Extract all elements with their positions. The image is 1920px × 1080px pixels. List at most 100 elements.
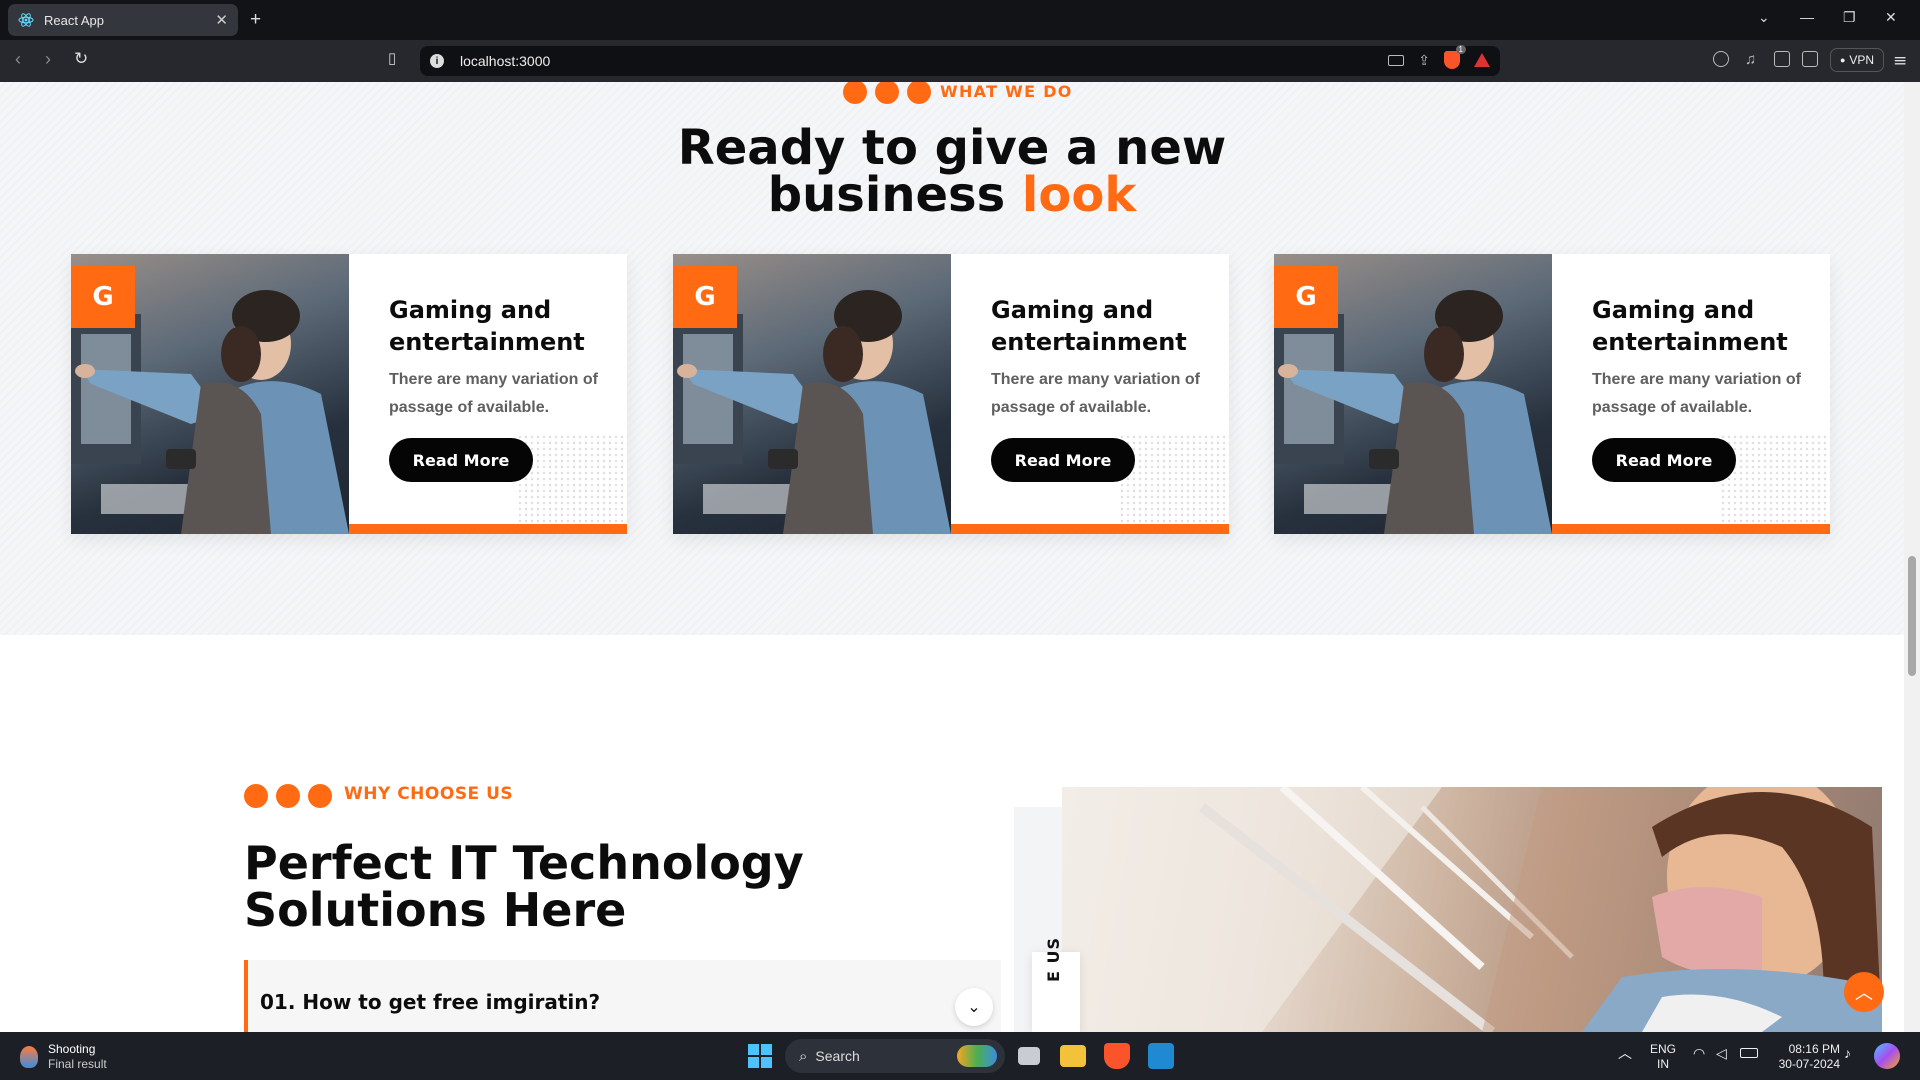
brave-browser-icon[interactable] <box>1104 1043 1130 1069</box>
tab-close-icon[interactable]: ✕ <box>215 11 228 29</box>
media-icon[interactable]: ♫ <box>1745 51 1756 68</box>
service-card-badge: G <box>71 266 135 328</box>
service-card-title: Gaming and entertainment <box>389 296 585 356</box>
search-label: Search <box>815 1048 860 1064</box>
lang-top: ENG <box>1650 1042 1677 1056</box>
services-section: WHAT WE DO Ready to give a new business … <box>0 82 1904 635</box>
web-page: WHAT WE DO Ready to give a new business … <box>0 82 1904 1032</box>
language-indicator[interactable]: ENG IN <box>1650 1042 1676 1072</box>
dot <box>875 82 899 104</box>
clock[interactable]: 08:16 PM 30-07-2024 <box>1772 1042 1840 1072</box>
faq-item[interactable]: 01. How to get free imgiratin? ⌄ <box>244 960 1001 1032</box>
dot <box>244 784 268 808</box>
wallet-icon[interactable] <box>1802 51 1818 67</box>
forward-icon[interactable]: › <box>45 49 51 70</box>
widget-title: Shooting <box>48 1042 96 1056</box>
services-title-accent: look <box>1021 167 1137 223</box>
service-card-badge: G <box>673 266 737 328</box>
service-card-description: There are many variation of passage of a… <box>991 371 1200 416</box>
services-title-line2: business look <box>0 171 1904 219</box>
scroll-to-top-button[interactable]: ︿ <box>1844 972 1884 1012</box>
clock-time: 08:16 PM <box>1788 1042 1840 1056</box>
halftone-pattern <box>1119 434 1229 524</box>
service-card-accent-bar <box>349 524 627 534</box>
read-more-button[interactable]: Read More <box>991 438 1135 482</box>
services-eyebrow: WHAT WE DO <box>940 82 1073 101</box>
decorative-dots <box>244 784 332 808</box>
flame-icon <box>20 1046 38 1068</box>
service-card-body: Gaming and entertainment There are many … <box>951 254 1229 534</box>
search-highlight-icon <box>957 1045 997 1067</box>
windows-start-icon[interactable] <box>747 1043 773 1069</box>
minimize-icon[interactable]: — <box>1800 9 1814 25</box>
restore-icon[interactable]: ❐ <box>1843 9 1856 26</box>
masked-woman-photo <box>1062 787 1882 1032</box>
vpn-label: VPN <box>1849 53 1875 67</box>
taskbar-search[interactable]: ⌕ Search <box>785 1039 1005 1073</box>
lang-bottom: IN <box>1657 1057 1669 1071</box>
why-eyebrow: WHY CHOOSE US <box>344 784 514 804</box>
service-card-accent-bar <box>1552 524 1830 534</box>
notification-bell-icon[interactable]: ♪ <box>1844 1046 1851 1061</box>
share-icon[interactable]: ⇪ <box>1418 52 1430 69</box>
volume-icon[interactable]: ◁ <box>1716 1046 1727 1061</box>
url-text: localhost:3000 <box>460 53 551 69</box>
service-card: G Gaming and entertainment There are man… <box>71 254 627 534</box>
why-title-line2: Solutions Here <box>244 883 627 937</box>
dot <box>308 784 332 808</box>
react-icon <box>18 13 34 27</box>
vscode-icon[interactable] <box>1148 1043 1174 1069</box>
wifi-icon[interactable]: ◠ <box>1693 1046 1705 1061</box>
task-view-icon[interactable] <box>1018 1047 1040 1065</box>
cast-icon[interactable] <box>1388 54 1405 66</box>
news-widget[interactable]: Shooting Final result <box>20 1042 107 1072</box>
vertical-label: E US <box>1032 937 1080 1032</box>
service-card-title: Gaming and entertainment <box>1592 296 1788 356</box>
file-explorer-icon[interactable] <box>1060 1045 1086 1067</box>
service-card: G Gaming and entertainment There are man… <box>1274 254 1830 534</box>
browser-tab-react-app[interactable]: React App ✕ <box>8 4 238 36</box>
tab-title: React App <box>44 12 104 28</box>
read-more-button[interactable]: Read More <box>1592 438 1736 482</box>
copilot-icon[interactable] <box>1874 1043 1900 1069</box>
back-icon[interactable]: ‹ <box>15 49 21 70</box>
service-card-badge: G <box>1274 266 1338 328</box>
service-card-description: There are many variation of passage of a… <box>1592 371 1801 416</box>
tray-overflow-icon[interactable]: ︿ <box>1618 1046 1632 1061</box>
search-icon: ⌕ <box>799 1047 808 1065</box>
brave-rewards-icon[interactable] <box>1474 53 1490 67</box>
service-card-description: There are many variation of passage of a… <box>389 371 598 416</box>
vpn-button[interactable]: ● VPN <box>1830 48 1884 72</box>
read-more-button[interactable]: Read More <box>389 438 533 482</box>
clock-date: 30-07-2024 <box>1778 1057 1840 1071</box>
site-info-icon[interactable]: i <box>430 54 444 68</box>
browser-toolbar: ‹ › ↻ ▯ i localhost:3000 ⇪ 1 ♫ ● VPN ≡ <box>0 40 1920 82</box>
reload-icon[interactable]: ↻ <box>74 49 88 69</box>
service-card: G Gaming and entertainment There are man… <box>673 254 1229 534</box>
menu-icon[interactable]: ≡ <box>1893 51 1907 71</box>
dot <box>843 82 867 104</box>
battery-icon[interactable] <box>1740 1048 1758 1058</box>
halftone-pattern <box>517 434 627 524</box>
chevron-down-icon[interactable]: ⌄ <box>955 988 993 1026</box>
service-card-body: Gaming and entertainment There are many … <box>1552 254 1830 534</box>
vpn-dot-icon: ● <box>1839 55 1846 65</box>
windows-taskbar: Shooting Final result ⌕ Search ︿ ENG IN … <box>0 1032 1920 1080</box>
address-bar[interactable]: i localhost:3000 ⇪ 1 <box>420 45 1500 76</box>
scrollbar-thumb[interactable] <box>1908 556 1916 676</box>
dot <box>907 82 931 104</box>
service-card-body: Gaming and entertainment There are many … <box>349 254 627 534</box>
sidebar-icon[interactable] <box>1774 51 1790 67</box>
extensions-icon[interactable] <box>1713 51 1729 67</box>
shields-badge: 1 <box>1455 45 1466 54</box>
decorative-dots <box>843 82 931 104</box>
faq-question: 01. How to get free imgiratin? <box>260 990 601 1014</box>
tab-search-chevron-icon[interactable]: ⌄ <box>1758 9 1770 26</box>
new-tab-button[interactable]: + <box>250 9 261 31</box>
service-card-title: Gaming and entertainment <box>991 296 1187 356</box>
why-title-line1: Perfect IT Technology <box>244 836 804 890</box>
page-scrollbar[interactable] <box>1904 82 1920 1032</box>
bookmark-icon[interactable]: ▯ <box>388 49 396 67</box>
brave-shields-icon[interactable]: 1 <box>1444 45 1466 69</box>
close-window-icon[interactable]: ✕ <box>1885 9 1897 26</box>
